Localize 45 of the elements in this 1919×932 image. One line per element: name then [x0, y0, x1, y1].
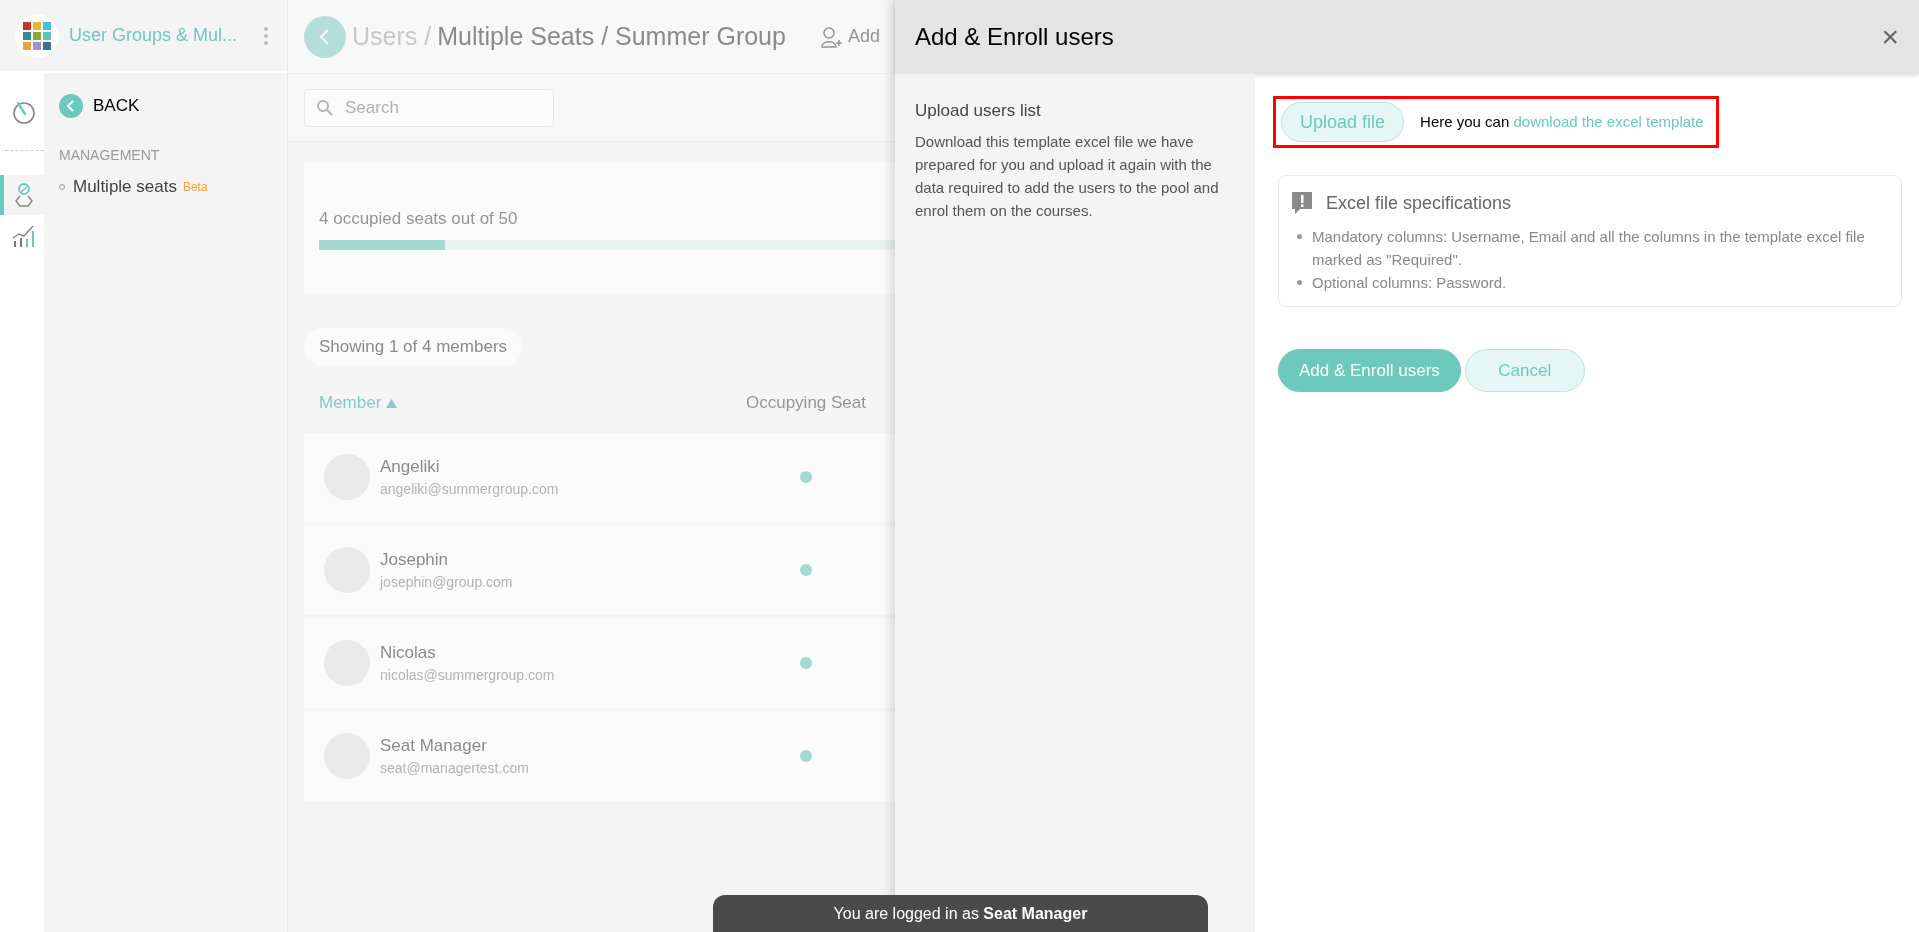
member-email: nicolas@summergroup.com [380, 666, 555, 686]
member-name: Seat Manager [380, 734, 488, 757]
beta-label: Beta [182, 178, 208, 196]
app-logo-icon[interactable] [15, 13, 59, 58]
spec-item: Optional columns: Password. [1312, 273, 1507, 293]
close-button[interactable]: × [1881, 22, 1899, 52]
sort-up-icon [386, 398, 398, 408]
search-icon [316, 98, 334, 117]
breadcrumb-title: Multiple Seats / Summer Group [437, 20, 786, 52]
hint-text: Here you can [1420, 112, 1510, 130]
submit-button[interactable]: Add & Enroll users [1278, 349, 1461, 392]
panel-title: Add & Enroll users [915, 22, 1114, 52]
user-icon [14, 182, 34, 208]
section-label: MANAGEMENT [59, 146, 161, 165]
bullet-icon [1297, 234, 1302, 239]
login-toast: You are logged in as Seat Manager [713, 895, 1208, 932]
app-title: User Groups & Mul... [69, 24, 238, 47]
members-count: Showing 1 of 4 members [304, 328, 523, 366]
rail-tab[interactable] [0, 175, 44, 215]
member-email: seat@managertest.com [380, 759, 529, 779]
column-header[interactable]: Occupying Seat [746, 392, 866, 412]
template-link[interactable]: download the excel template [1513, 112, 1704, 130]
member-name: Angeliki [380, 455, 441, 478]
sidebar-item[interactable]: Multiple seats [73, 174, 177, 200]
add-user-icon [819, 25, 844, 48]
seats-text: 4 occupied seats out of 50 [319, 207, 518, 230]
member-name: Josephin [380, 548, 450, 571]
more-icon[interactable] [263, 25, 269, 46]
member-email: angeliki@summergroup.com [380, 480, 559, 500]
cancel-button[interactable]: Cancel [1464, 349, 1585, 392]
column-header[interactable]: Member [319, 392, 382, 412]
add-button[interactable]: Add [819, 23, 880, 50]
search-field[interactable]: Search [304, 88, 554, 127]
spec-item: Mandatory columns: Username, Email and all the columns in the template excel file marked as "Required". [1312, 227, 1866, 270]
upload-button[interactable]: Upload file [1281, 102, 1405, 142]
section-heading: Upload users list [915, 100, 1042, 122]
member-name: Nicolas [380, 641, 437, 664]
back-button[interactable] [304, 15, 346, 58]
back-button[interactable]: BACK [59, 93, 287, 119]
alert-icon [1292, 191, 1312, 216]
section-description: Download this template excel file we have prepared for you and upload it again with the data required to add the users to the pool and enrol them on the courses. [915, 131, 1220, 221]
chevron-left-icon [59, 94, 83, 118]
member-email: josephin@group.com [380, 573, 513, 593]
specs-title: Excel file specifications [1326, 192, 1512, 215]
bullet-icon [1297, 280, 1302, 285]
